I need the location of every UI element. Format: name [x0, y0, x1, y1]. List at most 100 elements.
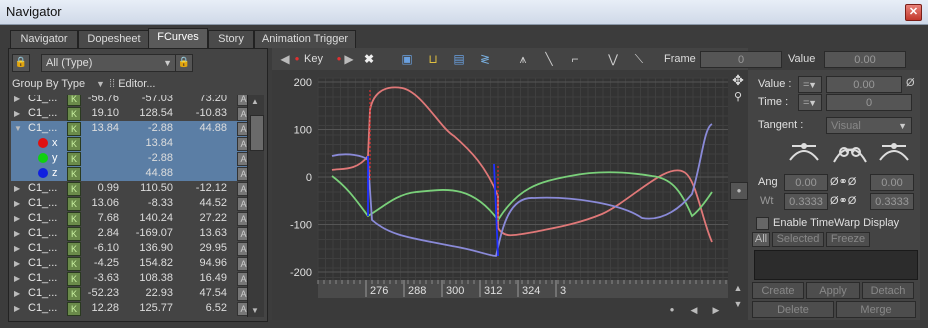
link-weight-icon[interactable]: Ø⚭Ø	[830, 194, 856, 207]
tab-dopesheet[interactable]: Dopesheet	[78, 30, 150, 48]
wt-left-field[interactable]: 0.3333	[784, 193, 828, 210]
vertical-scrollbar[interactable]: ▲ ▼	[247, 95, 264, 317]
table-row[interactable]: ▶ C1_... K -6.10 136.90 29.95 A	[11, 241, 249, 256]
scroll-down-icon[interactable]: ▼	[251, 306, 259, 315]
table-row[interactable]: ▶ C1_... K -52.23 22.93 47.54 A	[11, 286, 249, 301]
wt-right-field[interactable]: 0.3333	[870, 193, 914, 210]
ang-left-field[interactable]: 0.00	[784, 174, 828, 191]
scroll-thumb[interactable]	[250, 115, 264, 151]
value-field[interactable]: 0.00	[824, 51, 906, 68]
collapsed-arrow-icon[interactable]: ▶	[14, 256, 20, 271]
scroll-up-icon[interactable]: ▲	[251, 97, 259, 106]
table-row[interactable]: ▼ C1_... K 13.84 -2.88 44.88 A	[11, 121, 249, 136]
table-row[interactable]: ▶ C1_... K 13.06 -8.33 44.52 A	[11, 196, 249, 211]
scroll-right-icon[interactable]: ▶	[708, 302, 724, 318]
collapsed-arrow-icon[interactable]: ▶	[14, 211, 20, 226]
table-row[interactable]: ▶ C1_... K -3.63 108.38 16.49 A	[11, 271, 249, 286]
time-prop-field[interactable]: 0	[826, 94, 912, 111]
collapsed-arrow-icon[interactable]: ▶	[14, 95, 20, 106]
zoom-icon[interactable]: ⚲	[730, 90, 746, 106]
tangent-step-icon[interactable]: ⌐	[566, 50, 584, 68]
key-toggle-icon[interactable]: K	[67, 167, 81, 181]
next-key-icon[interactable]: ▶	[340, 50, 358, 68]
lock-icon[interactable]: 🔒	[175, 54, 193, 72]
group-by-dropdown[interactable]: Group By Type ▼	[12, 76, 105, 92]
tangent-linear-icon[interactable]: ╲	[540, 50, 558, 68]
create-button[interactable]: Create	[752, 282, 804, 299]
collapsed-arrow-icon[interactable]: ▶	[14, 226, 20, 241]
expanded-arrow-icon[interactable]: ▼	[14, 121, 22, 136]
time-operator-dropdown[interactable]: = ▼	[798, 94, 822, 111]
frame-selection-icon[interactable]: ⊔	[424, 50, 442, 68]
axis-row[interactable]: y K -2.88 A	[11, 151, 249, 166]
timeline-handle-icon[interactable]: ●	[664, 302, 680, 318]
tab-selected[interactable]: Selected	[772, 232, 824, 247]
tab-navigator[interactable]: Navigator	[10, 30, 78, 48]
tab-freeze[interactable]: Freeze	[826, 232, 870, 247]
key-toggle-icon[interactable]: K	[67, 137, 81, 151]
frame-all-icon[interactable]: ▣	[398, 50, 416, 68]
row-value: 13.63	[199, 227, 227, 239]
null-icon[interactable]: Ø	[906, 77, 915, 89]
tangent-break-icon[interactable]: ⋁	[604, 50, 622, 68]
key-list[interactable]	[754, 250, 918, 280]
row-value: 2.84	[97, 227, 119, 239]
scroll-left-icon[interactable]: ◀	[686, 302, 702, 318]
close-button[interactable]: ✕	[905, 4, 922, 21]
chevron-down-icon: ▼	[808, 80, 817, 90]
frame-time-icon[interactable]: ▤	[450, 50, 468, 68]
tangent-auto-icon[interactable]: ⩚	[514, 50, 532, 68]
normalize-icon[interactable]: ≷	[476, 50, 494, 68]
row-value: -2.88	[147, 152, 173, 164]
collapsed-arrow-icon[interactable]: ▶	[14, 181, 20, 196]
table-row[interactable]: ▶ C1_... K -56.76 -57.03 73.20 A	[11, 95, 249, 106]
tab-animation-trigger[interactable]: Animation Trigger	[254, 30, 356, 48]
fcurve-graph[interactable]: 200 100 0 -100 -200 276 288 300 312 324 3 ✥ ⚲ ● ▲ …	[272, 70, 748, 320]
fcurve-toolbar: ◀ ● Key ● ▶ ✖ ▣ ⊔ ▤ ≷ ⩚ ╲ ⌐ ⋁ ⟍ Frame 0 …	[272, 48, 906, 70]
scroll-up-icon[interactable]: ▲	[730, 280, 746, 296]
collapsed-arrow-icon[interactable]: ▶	[14, 286, 20, 301]
pan-icon[interactable]: ✥	[730, 72, 746, 88]
table-row[interactable]: ▶ C1_... K 12.28 125.77 6.52 A	[11, 301, 249, 316]
table-row[interactable]: ▶ C1_... K 0.99 110.50 -12.12 A	[11, 181, 249, 196]
curve-canvas[interactable]: 200 100 0 -100 -200 276 288 300 312 324 3	[272, 70, 748, 320]
axis-label: z	[52, 167, 58, 179]
tangent-right-icon[interactable]	[879, 143, 909, 161]
scroll-down-icon[interactable]: ▼	[730, 296, 746, 312]
tab-fcurves[interactable]: FCurves	[148, 28, 208, 48]
table-row[interactable]: ▶ C1_... K -4.25 154.82 94.96 A	[11, 256, 249, 271]
table-row[interactable]: ▶ C1_... K 19.10 128.54 -10.83 A	[11, 106, 249, 121]
collapsed-arrow-icon[interactable]: ▶	[14, 106, 20, 121]
link-tangent-icon[interactable]: Ø⚭Ø	[830, 175, 856, 188]
apply-button[interactable]: Apply	[806, 282, 860, 299]
axis-row[interactable]: x K 13.84 A	[11, 136, 249, 151]
collapsed-arrow-icon[interactable]: ▶	[14, 301, 20, 316]
ang-right-field[interactable]: 0.00	[870, 174, 914, 191]
tangent-left-icon[interactable]	[789, 143, 819, 161]
tab-story[interactable]: Story	[208, 30, 254, 48]
timewarp-checkbox[interactable]	[756, 217, 769, 230]
axis-row[interactable]: z K 44.88 A	[11, 166, 249, 181]
frame-field[interactable]: 0	[700, 51, 782, 68]
filter-dropdown[interactable]: All (Type) ▼	[41, 54, 177, 72]
table-row[interactable]: ▶ C1_... K 7.68 140.24 27.22 A	[11, 211, 249, 226]
row-name: C1_...	[28, 287, 58, 299]
collapsed-arrow-icon[interactable]: ▶	[14, 271, 20, 286]
value-operator-dropdown[interactable]: = ▼	[798, 76, 822, 93]
tangent-flat-icon[interactable]: ⟍	[630, 50, 648, 68]
editor-button[interactable]: ⁞⁞ Editor...	[109, 76, 179, 92]
tangent-broken-icon[interactable]	[833, 147, 867, 163]
tangent-dropdown[interactable]: Visual ▼	[826, 117, 912, 134]
vertical-zoom-handle[interactable]: ●	[730, 182, 748, 200]
value-prop-field[interactable]: 0.00	[826, 76, 902, 93]
tab-all[interactable]: All	[752, 232, 770, 247]
delete-button[interactable]: Delete	[752, 301, 834, 318]
lock-icon[interactable]: 🔒	[12, 54, 30, 72]
collapsed-arrow-icon[interactable]: ▶	[14, 196, 20, 211]
key-toggle-icon[interactable]: K	[67, 152, 81, 166]
detach-button[interactable]: Detach	[862, 282, 914, 299]
table-row[interactable]: ▶ C1_... K 2.84 -169.07 13.63 A	[11, 226, 249, 241]
collapsed-arrow-icon[interactable]: ▶	[14, 241, 20, 256]
delete-key-icon[interactable]: ✖	[360, 50, 378, 68]
merge-button[interactable]: Merge	[836, 301, 916, 318]
